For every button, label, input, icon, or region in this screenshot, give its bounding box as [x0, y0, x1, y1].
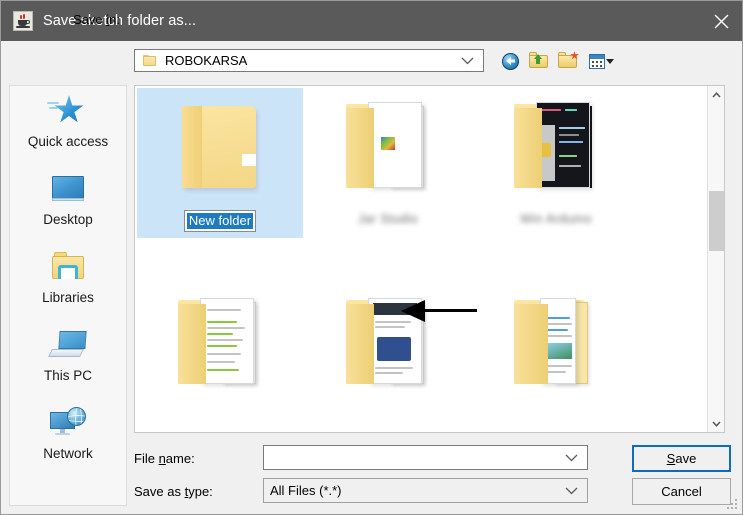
file-item-folder-5[interactable] — [473, 284, 639, 432]
folder-with-report-icon — [160, 288, 280, 406]
file-item-new-folder[interactable]: New folder — [137, 88, 303, 238]
resize-grip[interactable] — [727, 499, 739, 511]
file-item-label: Win Arduino — [520, 212, 592, 226]
folder-with-code-screenshots-icon — [496, 92, 616, 210]
look-in-label-post: n: — [109, 12, 120, 27]
sidebar-item-this-pc[interactable]: This PC — [10, 320, 126, 398]
save-as-type-label-pre: Save as — [134, 484, 185, 499]
sidebar-item-label: Desktop — [43, 212, 93, 227]
file-name-label-pre: File — [134, 451, 159, 466]
new-folder-icon — [557, 50, 579, 72]
chevron-down-icon[interactable] — [565, 482, 578, 500]
view-menu-button[interactable] — [586, 50, 616, 72]
file-item-folder-2[interactable]: Jar Studio — [305, 88, 471, 238]
look-in-label-pre: Save — [73, 12, 107, 27]
save-dialog-window: Save sketch folder as... Save in: ROBOKA… — [0, 0, 743, 515]
back-button[interactable] — [499, 50, 521, 72]
file-name-combobox[interactable] — [263, 445, 588, 470]
sidebar-item-libraries[interactable]: Libraries — [10, 242, 126, 320]
save-button-label: ave — [675, 451, 697, 466]
chevron-down-icon[interactable] — [565, 449, 578, 467]
scrollbar-thumb[interactable] — [709, 191, 724, 251]
monitor-icon — [47, 172, 89, 208]
file-item-folder-3[interactable]: Win Arduino — [473, 88, 639, 238]
navigation-toolbar — [499, 50, 616, 72]
file-name-label-post: ame: — [165, 451, 195, 466]
save-as-type-value: All Files (*.*) — [270, 483, 342, 498]
up-one-level-button[interactable] — [528, 50, 550, 72]
file-item-folder-6[interactable] — [137, 284, 303, 432]
file-grid: New folder Jar Studio Win Arduino — [135, 86, 709, 432]
file-name-label: File name: — [134, 451, 195, 466]
file-list-panel[interactable]: New folder Jar Studio Win Arduino — [134, 85, 725, 433]
folder-with-documents-icon — [328, 288, 448, 406]
folder-with-pages-icon — [496, 288, 616, 406]
views-grid-icon — [588, 53, 605, 69]
save-button[interactable]: Save — [632, 445, 731, 472]
sidebar-item-label: This PC — [43, 368, 92, 383]
look-in-label: Save in: — [73, 12, 120, 27]
file-item-folder-4[interactable] — [305, 284, 471, 432]
new-folder-button[interactable] — [557, 50, 579, 72]
back-arrow-icon — [501, 52, 519, 70]
folder-icon — [143, 55, 156, 66]
network-globe-icon — [47, 406, 89, 442]
file-list-scrollbar[interactable] — [707, 86, 724, 432]
computer-icon — [47, 328, 89, 364]
save-as-type-label-post: ype: — [188, 484, 213, 499]
java-coffee-cup-icon — [13, 11, 33, 31]
star-icon — [47, 94, 89, 130]
places-sidebar: Quick access Desktop Libraries This PC N… — [9, 85, 127, 506]
sidebar-item-label: Network — [43, 446, 93, 461]
file-name-label-mnemonic: n — [158, 451, 166, 466]
rename-edit-box[interactable]: New folder — [183, 210, 257, 232]
close-icon[interactable] — [698, 1, 742, 41]
empty-folder-icon — [160, 92, 280, 210]
sidebar-item-label: Quick access — [27, 134, 109, 149]
file-item-label: Jar Studio — [357, 212, 419, 226]
chevron-down-icon — [461, 52, 474, 70]
save-as-type-label: Save as type: — [134, 484, 213, 499]
rename-input-value[interactable]: New folder — [186, 213, 254, 229]
scroll-up-button[interactable] — [708, 86, 724, 103]
look-in-combobox[interactable]: ROBOKARSA — [134, 49, 484, 72]
sidebar-item-quick-access[interactable]: Quick access — [10, 86, 126, 164]
chevron-up-icon — [712, 91, 721, 98]
sidebar-item-desktop[interactable]: Desktop — [10, 164, 126, 242]
cancel-button[interactable]: Cancel — [632, 478, 731, 505]
sidebar-item-label: Libraries — [42, 290, 94, 305]
libraries-folder-icon — [47, 250, 89, 286]
chevron-down-icon — [605, 58, 614, 64]
save-as-type-combobox[interactable]: All Files (*.*) — [263, 478, 588, 503]
sidebar-item-network[interactable]: Network — [10, 398, 126, 476]
up-folder-icon — [528, 50, 550, 72]
look-in-current-folder: ROBOKARSA — [165, 53, 248, 68]
folder-with-image-icon — [328, 92, 448, 210]
chevron-down-icon — [712, 420, 721, 427]
scroll-down-button[interactable] — [708, 415, 724, 432]
file-name-input[interactable] — [270, 449, 565, 466]
cancel-button-label: Cancel — [661, 484, 702, 499]
